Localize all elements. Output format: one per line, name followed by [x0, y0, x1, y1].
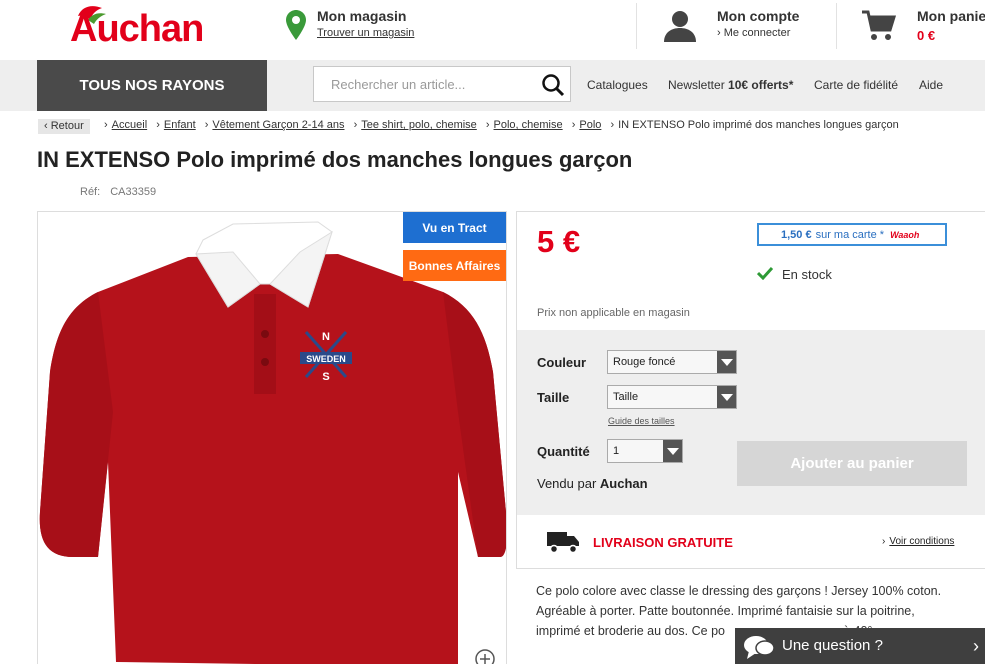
back-button[interactable]: ‹ Retour — [38, 119, 90, 134]
breadcrumb-item[interactable]: Enfant — [164, 119, 196, 131]
search-icon[interactable] — [541, 73, 565, 97]
store-title: Mon magasin — [317, 8, 407, 24]
newsletter-label: Newsletter — [668, 78, 729, 92]
delivery-conditions-text: Voir conditions — [889, 536, 955, 547]
sold-by: Vendu par Auchan — [537, 476, 648, 491]
newsletter-offer: 10€ offerts* — [728, 78, 794, 92]
breadcrumb-item[interactable]: Vêtement Garçon 2-14 ans — [212, 119, 344, 131]
loyalty-card-offer[interactable]: 1,50 € sur ma carte * Waaoh — [757, 223, 947, 246]
auchan-logo[interactable]: Auchan — [70, 8, 204, 51]
location-pin-icon — [286, 10, 306, 40]
badge-good-deals[interactable]: Bonnes Affaires — [403, 250, 506, 281]
waaoh-logo: Waaoh — [890, 229, 920, 240]
product-image-panel[interactable]: N SWEDEN S Vu en Tract Bonnes Affaires — [37, 211, 507, 664]
product-price: 5 € — [537, 224, 581, 259]
free-delivery: LIVRAISON GRATUITE › Voir conditions — [517, 515, 985, 568]
breadcrumb-item[interactable]: Accueil — [112, 119, 147, 131]
search-input[interactable] — [314, 67, 534, 101]
price-notice: Prix non applicable en magasin — [537, 307, 690, 319]
color-select[interactable]: Rouge foncé — [607, 350, 737, 374]
size-select-value: Taille — [613, 391, 639, 403]
breadcrumb-item[interactable]: Tee shirt, polo, chemise — [361, 119, 477, 131]
product-options: Couleur Rouge foncé Taille Taille Guide … — [517, 330, 985, 515]
newsletter-link[interactable]: Newsletter 10€ offerts* — [668, 78, 793, 92]
chevron-down-icon — [717, 386, 736, 408]
seller-name: Auchan — [599, 476, 648, 491]
breadcrumb-item[interactable]: Polo — [579, 119, 601, 131]
quantity-select-value: 1 — [613, 445, 620, 457]
chat-bubble-icon — [744, 636, 775, 659]
chevron-down-icon — [717, 351, 736, 373]
card-offer-text: sur ma carte * — [815, 228, 885, 241]
shirt-print-middle: SWEDEN — [306, 354, 346, 364]
help-link[interactable]: Aide — [919, 78, 943, 92]
color-select-value: Rouge foncé — [613, 356, 676, 368]
description-line: Ce polo colore avec classe le dressing d… — [536, 584, 942, 598]
question-chat-button[interactable]: Une question ? › — [735, 628, 985, 664]
user-icon — [664, 11, 696, 42]
size-guide-link[interactable]: Guide des tailles — [608, 416, 675, 426]
catalogues-link[interactable]: Catalogues — [587, 78, 648, 92]
badge-seen-in-flyer[interactable]: Vu en Tract — [403, 212, 506, 243]
ref-value: CA33359 — [110, 186, 157, 198]
header-divider — [836, 3, 837, 49]
cart-amount: 0 € — [917, 28, 936, 43]
breadcrumb-item[interactable]: Polo, chemise — [494, 119, 563, 131]
header-divider — [636, 3, 637, 49]
delivery-conditions-link[interactable]: › Voir conditions — [882, 536, 954, 547]
quantity-select[interactable]: 1 — [607, 439, 683, 463]
description-line: Agréable à porter. Patte boutonnée. Impr… — [536, 604, 915, 618]
breadcrumb-current: IN EXTENSO Polo imprimé dos manches long… — [618, 119, 899, 131]
color-label: Couleur — [537, 355, 587, 370]
main-navbar: TOUS NOS RAYONS Catalogues Newsletter 10… — [0, 60, 985, 111]
breadcrumb: › Accueil › Enfant › Vêtement Garçon 2-14 a… — [104, 119, 899, 131]
truck-icon — [547, 532, 579, 554]
chevron-down-icon — [663, 440, 682, 462]
search-box — [313, 66, 571, 102]
product-title: IN EXTENSO Polo imprimé dos manches long… — [37, 147, 633, 172]
shirt-print-top: N — [322, 331, 330, 343]
zoom-icon[interactable] — [474, 648, 496, 664]
size-label: Taille — [537, 390, 570, 405]
add-to-cart-button[interactable]: Ajouter au panier — [737, 441, 967, 486]
question-label: Une question ? — [782, 637, 883, 654]
ref-label: Réf: — [80, 186, 101, 198]
chat-toggle-icon[interactable]: › — [973, 636, 979, 657]
stock-label: En stock — [782, 267, 832, 282]
purchase-panel: 5 € 1,50 € sur ma carte * Waaoh En stock… — [516, 211, 985, 569]
product-reference: Réf: CA33359 — [80, 186, 156, 198]
card-offer-amount: 1,50 € — [781, 228, 812, 241]
check-icon — [757, 266, 773, 280]
all-departments-button[interactable]: TOUS NOS RAYONS — [37, 60, 267, 111]
quantity-label: Quantité — [537, 444, 590, 459]
login-link[interactable]: › Me connecter — [717, 27, 790, 39]
free-delivery-label: LIVRAISON GRATUITE — [593, 535, 733, 550]
loyalty-card-link[interactable]: Carte de fidélité — [814, 78, 898, 92]
cart-icon — [862, 10, 896, 40]
size-select[interactable]: Taille — [607, 385, 737, 409]
find-store-link[interactable]: Trouver un magasin — [317, 27, 414, 39]
cart-title: Mon panier — [917, 8, 985, 24]
site-header: Auchan Mon magasin Trouver un magasin Mo… — [0, 0, 985, 60]
account-title: Mon compte — [717, 8, 800, 24]
sold-by-label: Vendu par — [537, 476, 600, 491]
shirt-print-bottom: S — [322, 371, 329, 383]
